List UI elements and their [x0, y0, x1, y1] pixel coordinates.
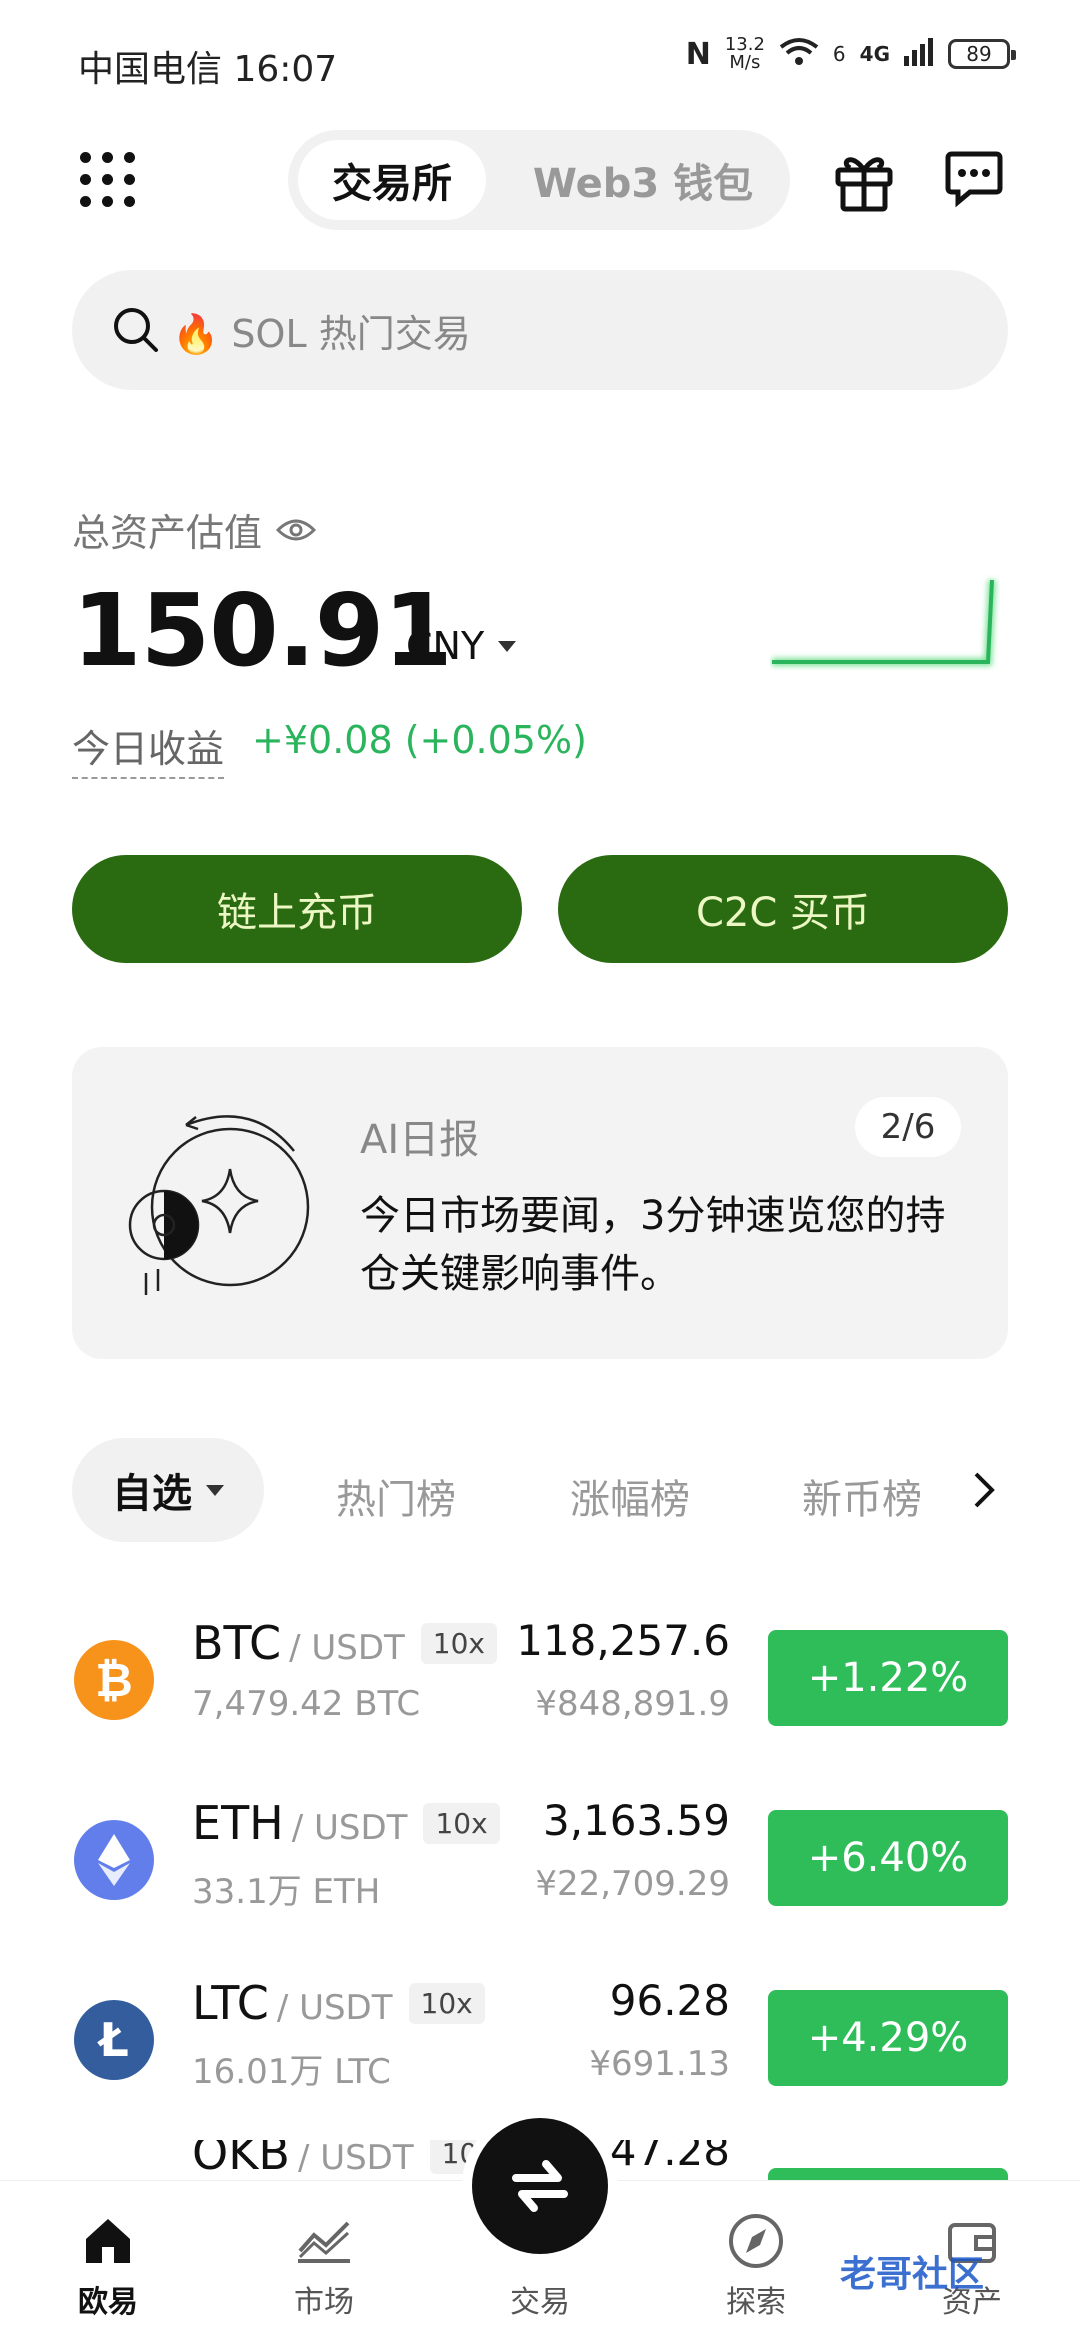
coin-symbol: LTC	[192, 1976, 269, 2030]
c2c-buy-button[interactable]: C2C 买币	[558, 855, 1008, 963]
ai-card-page-indicator: 2/6	[855, 1097, 961, 1157]
coin-change-badge[interactable]: +4.29%	[768, 1990, 1008, 2086]
ai-sparkle-illustration	[128, 1115, 310, 1295]
coin-volume: 7,479.42 BTC	[192, 1684, 421, 1724]
search-placeholder-text: SOL 热门交易	[231, 311, 471, 356]
total-assets-label: 总资产估值	[72, 502, 317, 557]
tab-favorites-label: 自选	[112, 1471, 192, 1517]
battery-indicator: 89	[948, 39, 1016, 69]
currency-selector[interactable]: CNY	[406, 624, 517, 668]
coin-pair: ETH / USDT 10x	[192, 1796, 500, 1850]
watermark-logo: 老哥社区	[840, 2254, 985, 2295]
tab-gainers[interactable]: 涨幅榜	[570, 1467, 690, 1525]
coin-change-badge[interactable]: +6.40%	[768, 1810, 1008, 1906]
status-carrier-time: 中国电信 16:07	[78, 49, 338, 90]
coin-pair: OKB / USDT 10x	[192, 2140, 506, 2180]
caret-down-icon	[206, 1484, 224, 1496]
eye-icon[interactable]	[276, 516, 317, 544]
coin-volume: 33.1万 ETH	[192, 1872, 381, 1912]
nav-explore-label: 探索	[726, 2285, 786, 2320]
compass-icon	[729, 2214, 783, 2268]
fire-icon: 🔥	[172, 311, 220, 356]
coin-change-badge[interactable]	[768, 2168, 1008, 2180]
wifi-icon	[779, 37, 819, 72]
coin-price-cny: ¥848,891.9	[535, 1684, 730, 1724]
today-pnl-value: +¥0.08 (+0.05%)	[252, 718, 587, 762]
home-icon	[86, 2219, 130, 2263]
tab-favorites[interactable]: 自选	[72, 1438, 264, 1542]
chart-icon	[298, 2221, 350, 2263]
total-assets-value: 150.91	[72, 572, 453, 689]
coin-quote: / USDT	[297, 2140, 414, 2178]
coin-volume: 16.01万 LTC	[192, 2052, 391, 2092]
wifi-signal-label: 6	[832, 42, 846, 66]
onchain-deposit-button[interactable]: 链上充币	[72, 855, 522, 963]
today-pnl-label[interactable]: 今日收益	[72, 718, 225, 779]
tab-web3-wallet[interactable]: Web3 钱包	[518, 140, 768, 220]
coin-pair: LTC / USDT 10x	[192, 1976, 485, 2030]
coin-change-badge[interactable]: +1.22%	[768, 1630, 1008, 1726]
coin-price: 3,163.59	[542, 1796, 730, 1845]
cell-signal-icon	[904, 37, 934, 71]
coin-price-cny: ¥691.13	[589, 2044, 730, 2084]
coin-row-eth[interactable]: ETH / USDT 10x 33.1万 ETH 3,163.59 ¥22,70…	[0, 1780, 1080, 1940]
litecoin-icon: Ł	[74, 2000, 154, 2080]
ai-card-title: AI日报	[360, 1117, 480, 1163]
leverage-badge: 10x	[408, 1983, 485, 2024]
chevron-right-icon[interactable]	[970, 1468, 1000, 1512]
currency-label: CNY	[406, 624, 485, 668]
coin-price: 96.28	[609, 1976, 730, 2025]
status-icons: N 13.2 M/s 6 4G 89	[685, 36, 1016, 72]
tab-new-coins[interactable]: 新币榜	[802, 1467, 922, 1525]
coin-quote: / USDT	[289, 1628, 405, 1668]
nav-market[interactable]: 市场	[244, 2181, 404, 2341]
leverage-badge: 10x	[420, 1623, 497, 1664]
coin-symbol: OKB	[192, 2140, 290, 2180]
gift-icon[interactable]	[834, 148, 894, 212]
search-placeholder: 🔥 SOL 热门交易	[172, 303, 471, 358]
leverage-badge: 10x	[423, 1803, 500, 1844]
ai-card-body: 今日市场要闻，3分钟速览您的持仓关键影响事件。	[360, 1193, 946, 1297]
ai-daily-card[interactable]: AI日报 今日市场要闻，3分钟速览您的持仓关键影响事件。 2/6	[72, 1047, 1008, 1359]
nav-home[interactable]: 欧易	[28, 2181, 188, 2341]
message-icon[interactable]	[944, 148, 1004, 208]
tab-exchange[interactable]: 交易所	[298, 140, 486, 220]
search-icon	[114, 308, 158, 352]
coin-row-ltc[interactable]: Ł LTC / USDT 10x 16.01万 LTC 96.28 ¥691.1…	[0, 1960, 1080, 2120]
battery-level: 89	[966, 42, 992, 66]
coin-symbol: BTC	[192, 1616, 282, 1670]
caret-down-icon	[498, 640, 517, 652]
coin-symbol: ETH	[192, 1796, 284, 1850]
coin-quote: / USDT	[291, 1808, 408, 1848]
nav-explore[interactable]: 探索	[676, 2181, 836, 2341]
coin-row-btc[interactable]: ₿ BTC / USDT 10x 7,479.42 BTC 118,257.6 …	[0, 1600, 1080, 1760]
tab-hot-list[interactable]: 热门榜	[336, 1467, 456, 1525]
coin-pair: BTC / USDT 10x	[192, 1616, 497, 1670]
trade-swap-button[interactable]	[472, 2118, 608, 2254]
speed-unit: M/s	[729, 52, 761, 73]
nav-trade-label: 交易	[510, 2285, 570, 2320]
swap-icon	[512, 2160, 568, 2212]
nav-home-label: 欧易	[78, 2285, 138, 2320]
coin-price: 47.28	[609, 2140, 730, 2175]
total-assets-label-text: 总资产估值	[72, 511, 263, 555]
mode-switch: 交易所 Web3 钱包	[288, 130, 790, 230]
nfc-icon: N	[685, 36, 711, 72]
network-speed: 13.2 M/s	[725, 36, 765, 72]
coin-quote: / USDT	[276, 1988, 393, 2028]
coin-price-cny: ¥22,709.29	[535, 1864, 730, 1904]
nav-market-label: 市场	[294, 2285, 354, 2320]
bitcoin-icon: ₿	[74, 1640, 154, 1720]
network-type: 4G	[859, 42, 890, 66]
ethereum-icon	[74, 1820, 154, 1900]
coin-price: 118,257.6	[516, 1616, 730, 1665]
menu-grid-icon[interactable]	[80, 152, 136, 208]
asset-sparkline	[772, 579, 996, 666]
search-bar[interactable]: 🔥 SOL 热门交易	[72, 270, 1008, 390]
